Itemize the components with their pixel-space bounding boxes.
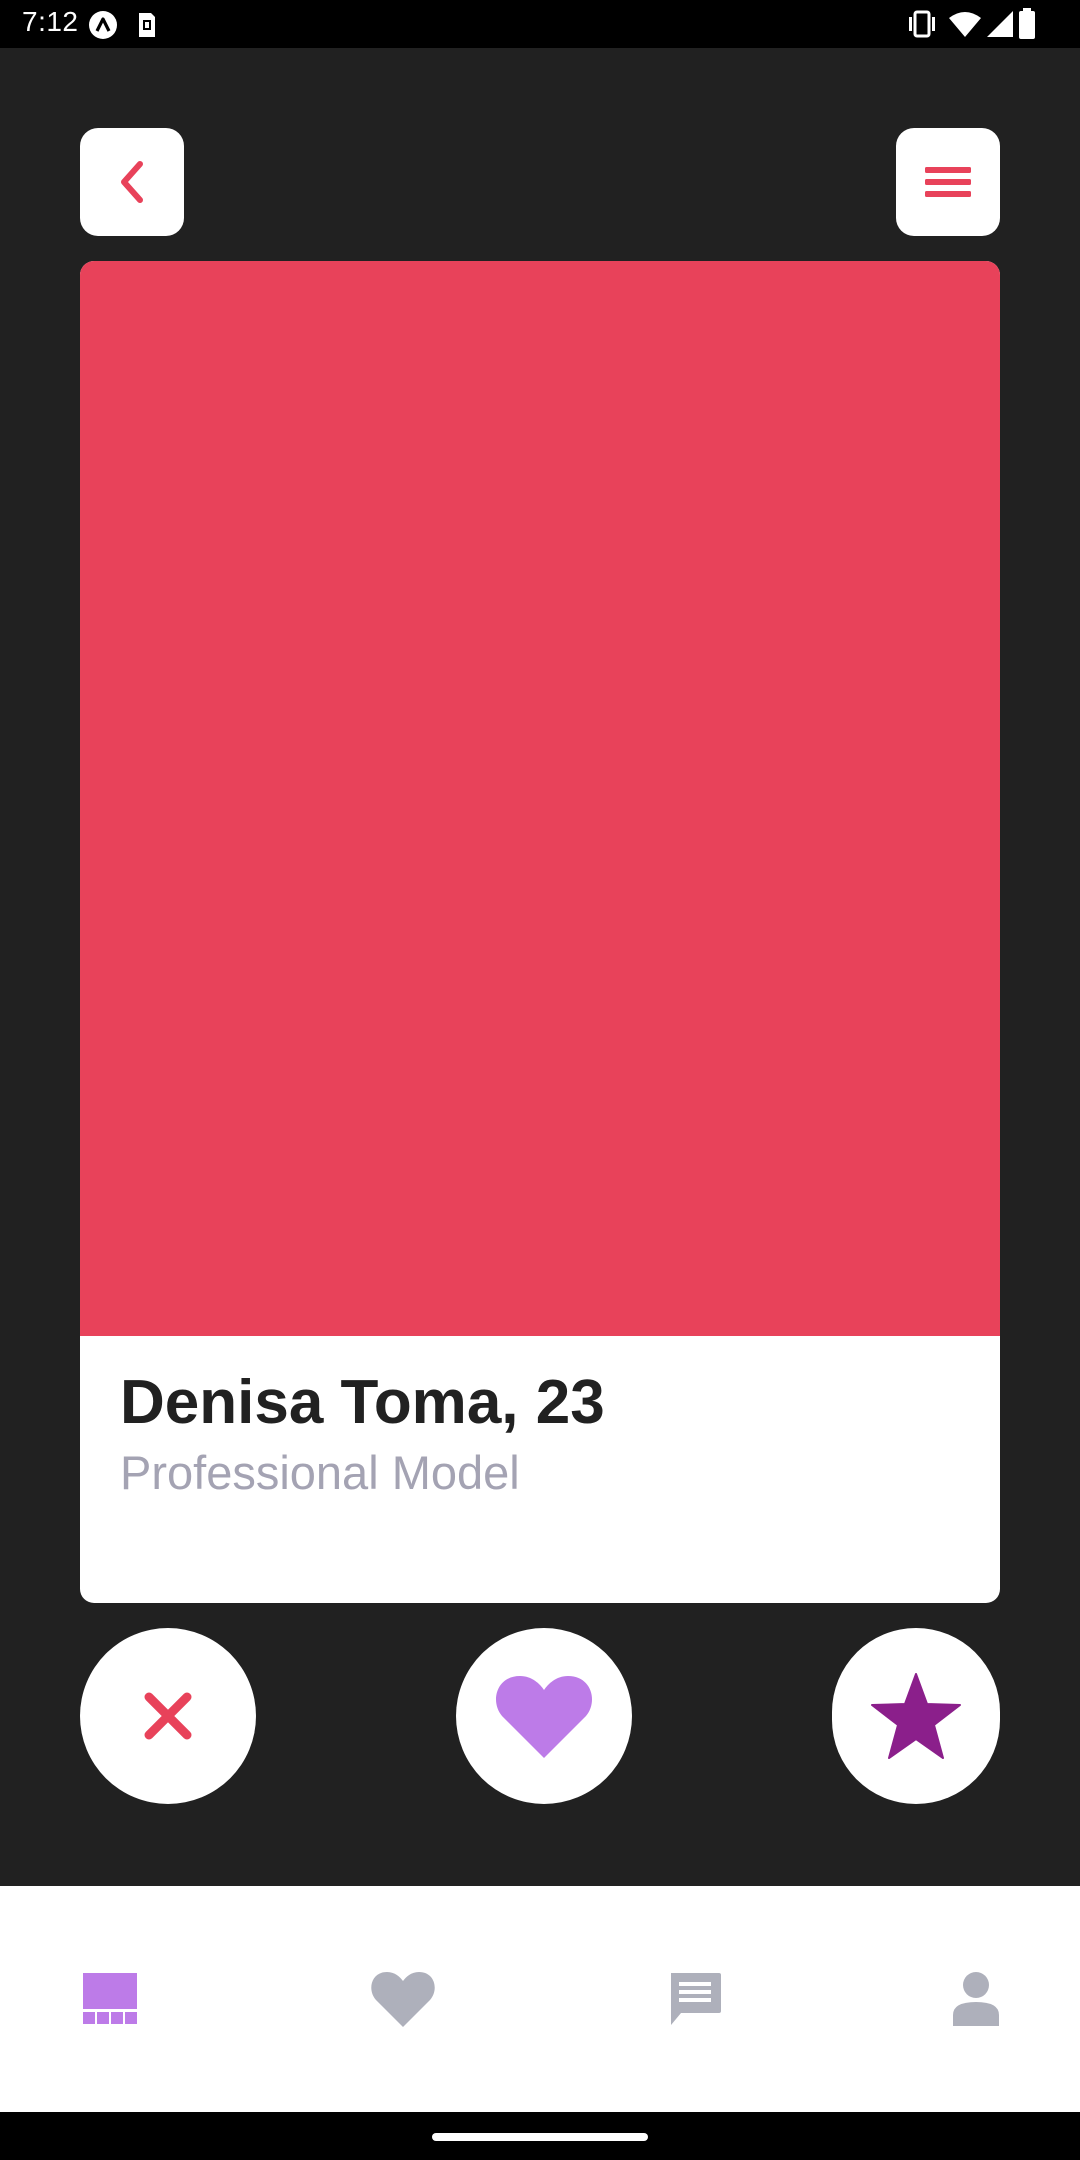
bottom-tab-bar [0,1886,1080,2112]
dislike-button[interactable] [80,1628,256,1804]
heart-icon [494,1672,594,1760]
hamburger-menu-icon [925,164,971,200]
heart-icon [370,1970,436,2028]
cellular-signal-icon [986,10,1014,43]
wifi-icon [948,10,982,43]
app-notification-icon [88,10,118,45]
profile-photo [80,261,1000,1336]
menu-button[interactable] [896,128,1000,236]
chat-icon [667,1971,723,2027]
tab-messages[interactable] [615,1886,775,2112]
close-icon [143,1691,193,1741]
chevron-left-icon [114,158,150,206]
tab-profile[interactable] [896,1886,1056,2112]
sim-card-icon [137,12,157,43]
profile-name-age: Denisa Toma, 23 [120,1368,605,1437]
status-bar: 7:12 [0,0,1080,48]
star-icon [870,1672,962,1760]
back-button[interactable] [80,128,184,236]
system-navigation-bar [0,2112,1080,2160]
status-time: 7:12 [22,6,79,37]
grid-icon [83,1973,137,2025]
vibrate-icon [906,10,938,43]
tab-explore[interactable] [30,1886,190,2112]
profile-occupation: Professional Model [120,1446,520,1499]
battery-icon [1018,8,1036,45]
tab-matches[interactable] [323,1886,483,2112]
person-icon [952,1971,1000,2027]
like-button[interactable] [456,1628,632,1804]
home-gesture-handle[interactable] [432,2133,648,2141]
profile-card[interactable]: Denisa Toma, 23 Professional Model [80,261,1000,1603]
super-like-button[interactable] [832,1628,1000,1804]
